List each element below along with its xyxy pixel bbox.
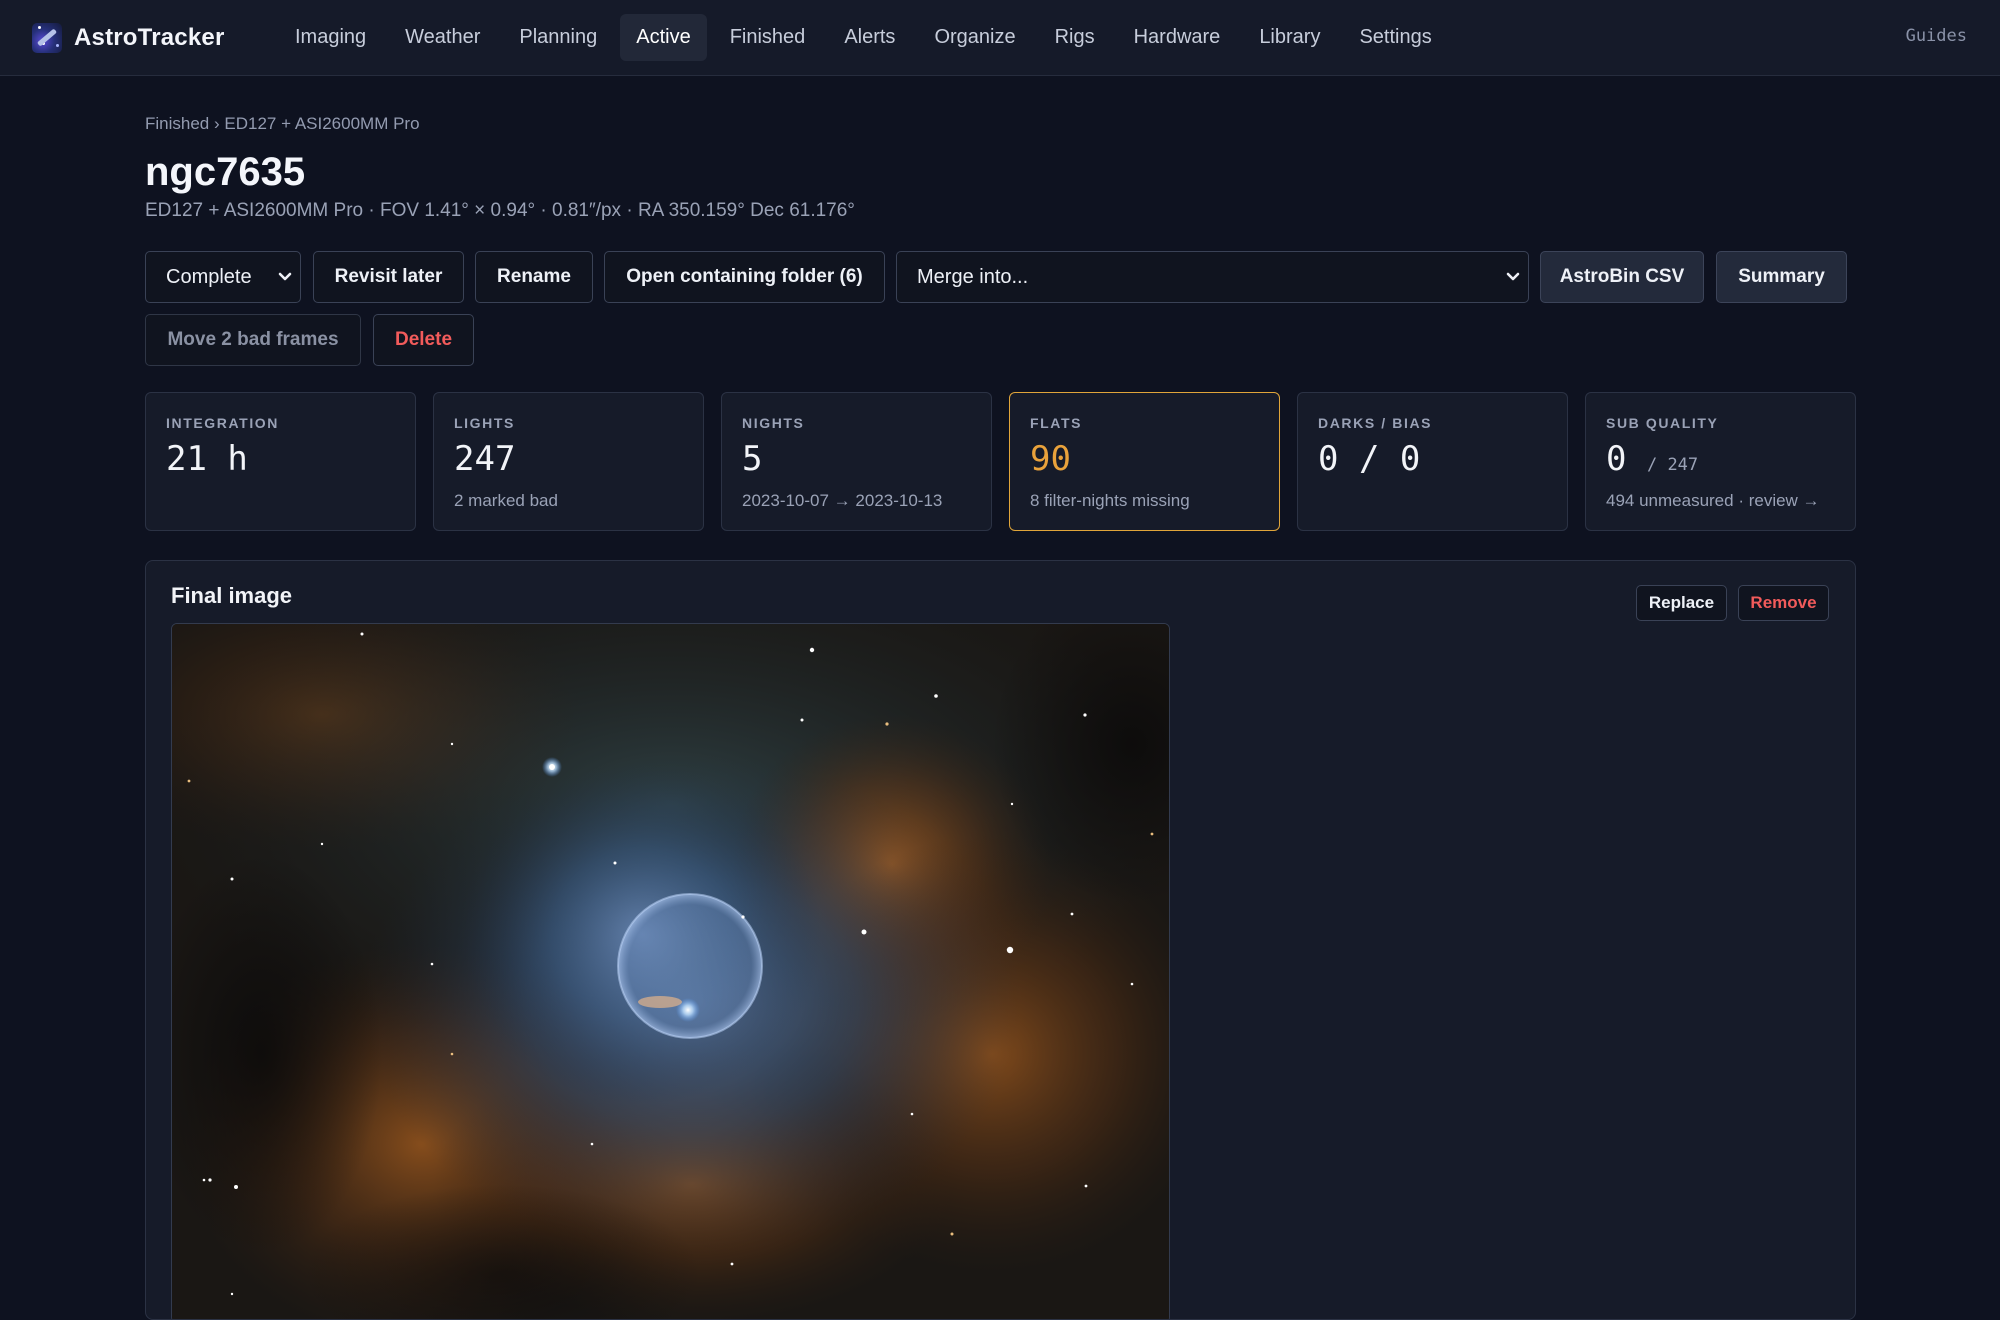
sub-quality-review-link[interactable]: 494 unmeasured · review →	[1606, 491, 1820, 511]
rename-button[interactable]: Rename	[475, 251, 593, 303]
final-image-preview[interactable]	[171, 623, 1170, 1319]
main-nav: Imaging Weather Planning Active Finished…	[279, 0, 1455, 75]
lights-card: LIGHTS 247 2 marked bad	[433, 392, 704, 531]
breadcrumb: Finished › ED127 + ASI2600MM Pro	[145, 114, 420, 134]
open-folder-button[interactable]: Open containing folder (6)	[604, 251, 885, 303]
page-title: ngc7635	[145, 150, 306, 194]
delete-button[interactable]: Delete	[373, 314, 474, 366]
flats-label: FLATS	[1030, 415, 1083, 431]
app-name: AstroTracker	[74, 23, 225, 51]
flats-sub: 8 filter-nights missing	[1030, 491, 1190, 510]
nav-item-hardware[interactable]: Hardware	[1118, 14, 1237, 61]
nebula-image	[172, 624, 1169, 1319]
nav-item-weather[interactable]: Weather	[389, 14, 496, 61]
nights-card: NIGHTS 5 2023-10-07 → 2023-10-13	[721, 392, 992, 531]
telescope-logo-icon	[32, 22, 62, 53]
summary-button[interactable]: Summary	[1716, 251, 1847, 303]
lights-label: LIGHTS	[454, 415, 515, 431]
final-image-title: Final image	[171, 583, 293, 608]
sub-quality-card: SUB QUALITY 0 / 247 494 unmeasured · rev…	[1585, 392, 1856, 531]
move-bad-frames-button[interactable]: Move 2 bad frames	[145, 314, 361, 366]
nav-item-alerts[interactable]: Alerts	[828, 14, 911, 61]
nav-item-imaging[interactable]: Imaging	[279, 14, 382, 61]
nav-item-finished[interactable]: Finished	[714, 14, 822, 61]
guides-link[interactable]: Guides	[1906, 26, 1967, 46]
breadcrumb-current: ED127 + ASI2600MM Pro	[224, 114, 420, 133]
top-navigation-bar: AstroTracker Imaging Weather Planning Ac…	[0, 0, 2000, 76]
darks-bias-label: DARKS / BIAS	[1318, 415, 1433, 431]
lights-value: 247	[454, 439, 516, 479]
breadcrumb-finished-link[interactable]: Finished	[145, 114, 209, 133]
breadcrumb-separator: ›	[214, 114, 220, 133]
nav-item-settings[interactable]: Settings	[1343, 14, 1447, 61]
nav-item-planning[interactable]: Planning	[503, 14, 613, 61]
integration-card: INTEGRATION 21 h	[145, 392, 416, 531]
lights-sub: 2 marked bad	[454, 491, 558, 510]
remove-image-button[interactable]: Remove	[1738, 585, 1829, 621]
chevron-down-icon	[1506, 272, 1520, 281]
nav-item-library[interactable]: Library	[1243, 14, 1336, 61]
status-select[interactable]: Complete	[145, 251, 301, 303]
merge-select-placeholder: Merge into...	[917, 265, 1029, 288]
nights-label: NIGHTS	[742, 415, 805, 431]
sub-quality-total: / 247	[1646, 455, 1699, 475]
nav-item-active[interactable]: Active	[620, 14, 707, 61]
darks-bias-card: DARKS / BIAS 0 / 0	[1297, 392, 1568, 531]
brand[interactable]: AstroTracker	[32, 22, 279, 53]
nav-item-organize[interactable]: Organize	[918, 14, 1031, 61]
flats-card[interactable]: FLATS 90 8 filter-nights missing	[1009, 392, 1280, 531]
nights-value: 5	[742, 439, 763, 479]
sub-quality-value: 0 / 247	[1606, 439, 1698, 479]
astrobin-csv-button[interactable]: AstroBin CSV	[1540, 251, 1704, 303]
revisit-later-button[interactable]: Revisit later	[313, 251, 464, 303]
sub-quality-label: SUB QUALITY	[1606, 415, 1719, 431]
status-select-value: Complete	[166, 265, 252, 288]
chevron-down-icon	[278, 272, 292, 281]
project-subtitle: ED127 + ASI2600MM Pro · FOV 1.41° × 0.94…	[145, 200, 855, 221]
replace-image-button[interactable]: Replace	[1636, 585, 1727, 621]
merge-into-select[interactable]: Merge into...	[896, 251, 1529, 303]
flats-value: 90	[1030, 439, 1071, 479]
final-image-panel: Final image Replace Remove	[145, 560, 1856, 1320]
nav-item-rigs[interactable]: Rigs	[1039, 14, 1111, 61]
darks-bias-value: 0 / 0	[1318, 439, 1421, 479]
integration-label: INTEGRATION	[166, 415, 280, 431]
integration-value: 21 h	[166, 439, 248, 479]
sub-quality-measured: 0	[1606, 439, 1627, 479]
nights-date-range: 2023-10-07 → 2023-10-13	[742, 491, 943, 510]
